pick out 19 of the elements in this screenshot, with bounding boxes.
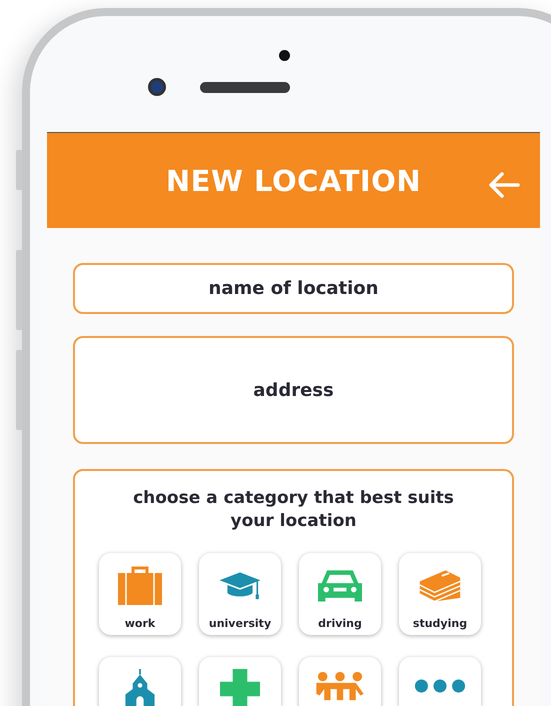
input-field[interactable]: address xyxy=(73,336,514,444)
speaker-grille-icon xyxy=(200,82,290,92)
category-prompt: choose a category that best suits your location xyxy=(132,487,455,533)
medical-cross-icon xyxy=(218,669,262,706)
people-group-icon xyxy=(314,669,366,703)
input-field[interactable]: name of location xyxy=(73,263,514,314)
category-label: studying xyxy=(412,617,468,630)
camera-icon xyxy=(148,78,166,96)
category-tile[interactable]: studying xyxy=(399,553,481,635)
category-label: driving xyxy=(318,617,362,630)
back-arrow-icon[interactable] xyxy=(488,171,520,199)
screen-title: NEW LOCATION xyxy=(166,164,422,198)
category-label: work xyxy=(124,617,156,630)
category-tile[interactable]: work xyxy=(99,553,181,635)
sensor-dot-icon xyxy=(278,50,290,61)
category-label: university xyxy=(208,617,272,630)
category-tile[interactable]: driving xyxy=(299,553,381,635)
briefcase-icon xyxy=(118,565,162,605)
category-tile[interactable]: university xyxy=(199,553,281,635)
